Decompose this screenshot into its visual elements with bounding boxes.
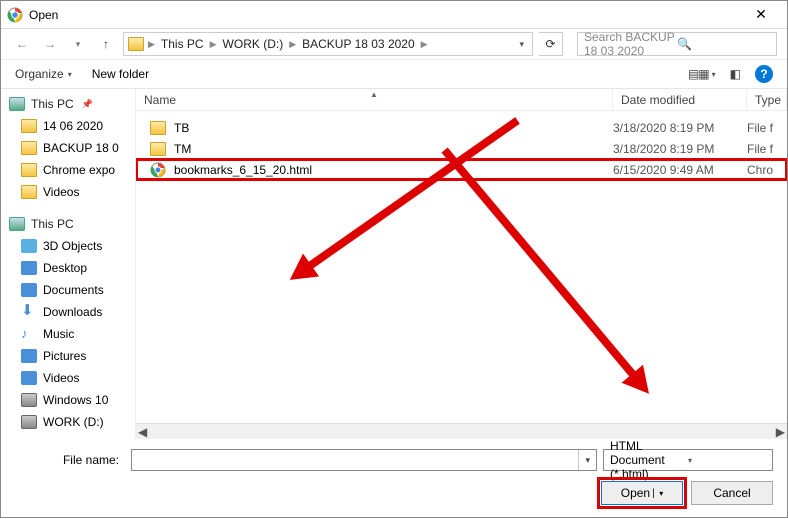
breadcrumb[interactable]: ▶ This PC ▶ WORK (D:) ▶ BACKUP 18 03 202…: [123, 32, 533, 56]
refresh-button[interactable]: ⟳: [539, 32, 563, 56]
sidebar-item[interactable]: Videos: [1, 181, 135, 203]
folder-icon: [21, 119, 37, 133]
file-type: File f: [747, 121, 787, 135]
file-name: TM: [174, 142, 191, 156]
3d-icon: [21, 239, 37, 253]
file-row[interactable]: TM 3/18/2020 8:19 PM File f: [136, 138, 787, 159]
sidebar-item[interactable]: BACKUP 18 0: [1, 137, 135, 159]
titlebar: Open ✕: [1, 1, 787, 29]
file-row[interactable]: bookmarks_6_15_20.html 6/15/2020 9:49 AM…: [136, 159, 787, 180]
sidebar-item-label: WORK (D:): [43, 415, 104, 429]
sidebar-item-label: 3D Objects: [43, 239, 102, 253]
pc-icon: [9, 217, 25, 231]
toolbar: Organize▾ New folder ▤▦▾ ◧ ?: [1, 59, 787, 89]
folder-icon: [21, 163, 37, 177]
filename-label: File name:: [15, 453, 125, 467]
sidebar-item-label: Videos: [43, 185, 79, 199]
sidebar-item-label: BACKUP 18 0: [43, 141, 119, 155]
sidebar-item[interactable]: Chrome expo: [1, 159, 135, 181]
folder-icon: [128, 37, 144, 51]
desktop-icon: [21, 261, 37, 275]
chrome-icon: [150, 163, 166, 177]
file-name: bookmarks_6_15_20.html: [174, 163, 312, 177]
folder-icon: [150, 121, 166, 135]
crumb-1[interactable]: WORK (D:): [219, 37, 288, 51]
sidebar-item[interactable]: WORK (D:): [1, 411, 135, 433]
sidebar-item[interactable]: Desktop: [1, 257, 135, 279]
sidebar-item-label: Pictures: [43, 349, 86, 363]
pictures-icon: [21, 349, 37, 363]
file-list: TB 3/18/2020 8:19 PM File f TM 3/18/2020…: [136, 111, 787, 423]
search-placeholder: Search BACKUP 18 03 2020: [584, 30, 677, 58]
sidebar-item[interactable]: ⬇ Downloads: [1, 301, 135, 323]
preview-pane-button[interactable]: ◧: [730, 67, 741, 81]
view-button[interactable]: ▤▦▾: [688, 67, 716, 81]
recent-dropdown[interactable]: ▾: [67, 33, 89, 55]
pin-icon: 📌: [82, 99, 93, 110]
file-date: 3/18/2020 8:19 PM: [613, 121, 747, 135]
navbar: ← → ▾ ↑ ▶ This PC ▶ WORK (D:) ▶ BACKUP 1…: [1, 29, 787, 59]
sidebar-item[interactable]: 3D Objects: [1, 235, 135, 257]
drive-icon: [21, 415, 37, 429]
filetype-filter[interactable]: HTML Document (*.html)▾: [603, 449, 773, 471]
col-name[interactable]: ▲Name: [136, 89, 613, 110]
file-date: 3/18/2020 8:19 PM: [613, 142, 747, 156]
window-title: Open: [29, 8, 741, 22]
cancel-button[interactable]: Cancel: [691, 481, 773, 505]
sidebar-item-label: Videos: [43, 371, 79, 385]
crumb-0[interactable]: This PC: [157, 37, 208, 51]
crumb-2[interactable]: BACKUP 18 03 2020: [298, 37, 419, 51]
forward-button: →: [39, 33, 61, 55]
up-button[interactable]: ↑: [95, 33, 117, 55]
file-row[interactable]: TB 3/18/2020 8:19 PM File f: [136, 117, 787, 138]
downloads-icon: ⬇: [21, 305, 37, 319]
column-header: ▲Name Date modified Type: [136, 89, 787, 111]
sidebar-item-label: Chrome expo: [43, 163, 115, 177]
sidebar-item-label: Desktop: [43, 261, 87, 275]
sidebar-item[interactable]: 14 06 2020: [1, 115, 135, 137]
col-type[interactable]: Type: [747, 89, 787, 110]
folder-icon: [21, 141, 37, 155]
sidebar-item-label: Downloads: [43, 305, 102, 319]
chrome-icon: [7, 7, 23, 23]
sidebar-thispc[interactable]: This PC: [1, 213, 135, 235]
windows-drive-icon: [21, 393, 37, 407]
file-type: File f: [747, 142, 787, 156]
search-input[interactable]: Search BACKUP 18 03 2020 🔍: [577, 32, 777, 56]
hscrollbar[interactable]: ◀▶: [136, 423, 787, 439]
search-icon: 🔍: [677, 37, 770, 51]
sidebar-quickaccess[interactable]: This PC 📌: [1, 93, 135, 115]
open-button[interactable]: Open▏▾: [601, 481, 683, 505]
sidebar-item-label: Documents: [43, 283, 104, 297]
back-button[interactable]: ←: [11, 33, 33, 55]
sidebar-item[interactable]: ♪ Music: [1, 323, 135, 345]
folder-icon: [150, 142, 166, 156]
pc-icon: [9, 97, 25, 111]
sidebar-item[interactable]: Windows 10: [1, 389, 135, 411]
breadcrumb-dropdown[interactable]: ▾: [515, 39, 528, 50]
col-date[interactable]: Date modified: [613, 89, 747, 110]
sidebar: This PC 📌 14 06 2020 BACKUP 18 0 Chrome ex…: [1, 89, 136, 439]
sidebar-item[interactable]: Documents: [1, 279, 135, 301]
sidebar-item-label: Windows 10: [43, 393, 108, 407]
music-icon: ♪: [21, 327, 37, 341]
file-date: 6/15/2020 9:49 AM: [613, 163, 747, 177]
videos-icon: [21, 371, 37, 385]
close-button[interactable]: ✕: [741, 6, 781, 23]
file-name: TB: [174, 121, 189, 135]
filename-input[interactable]: ▾: [131, 449, 597, 471]
sidebar-item[interactable]: Videos: [1, 367, 135, 389]
file-type: Chro: [747, 163, 787, 177]
sidebar-item-label: Music: [43, 327, 74, 341]
sidebar-item-label: 14 06 2020: [43, 119, 103, 133]
help-button[interactable]: ?: [755, 65, 773, 83]
documents-icon: [21, 283, 37, 297]
newfolder-button[interactable]: New folder: [92, 67, 149, 81]
sidebar-item[interactable]: Pictures: [1, 345, 135, 367]
organize-button[interactable]: Organize▾: [15, 67, 72, 81]
folder-icon: [21, 185, 37, 199]
